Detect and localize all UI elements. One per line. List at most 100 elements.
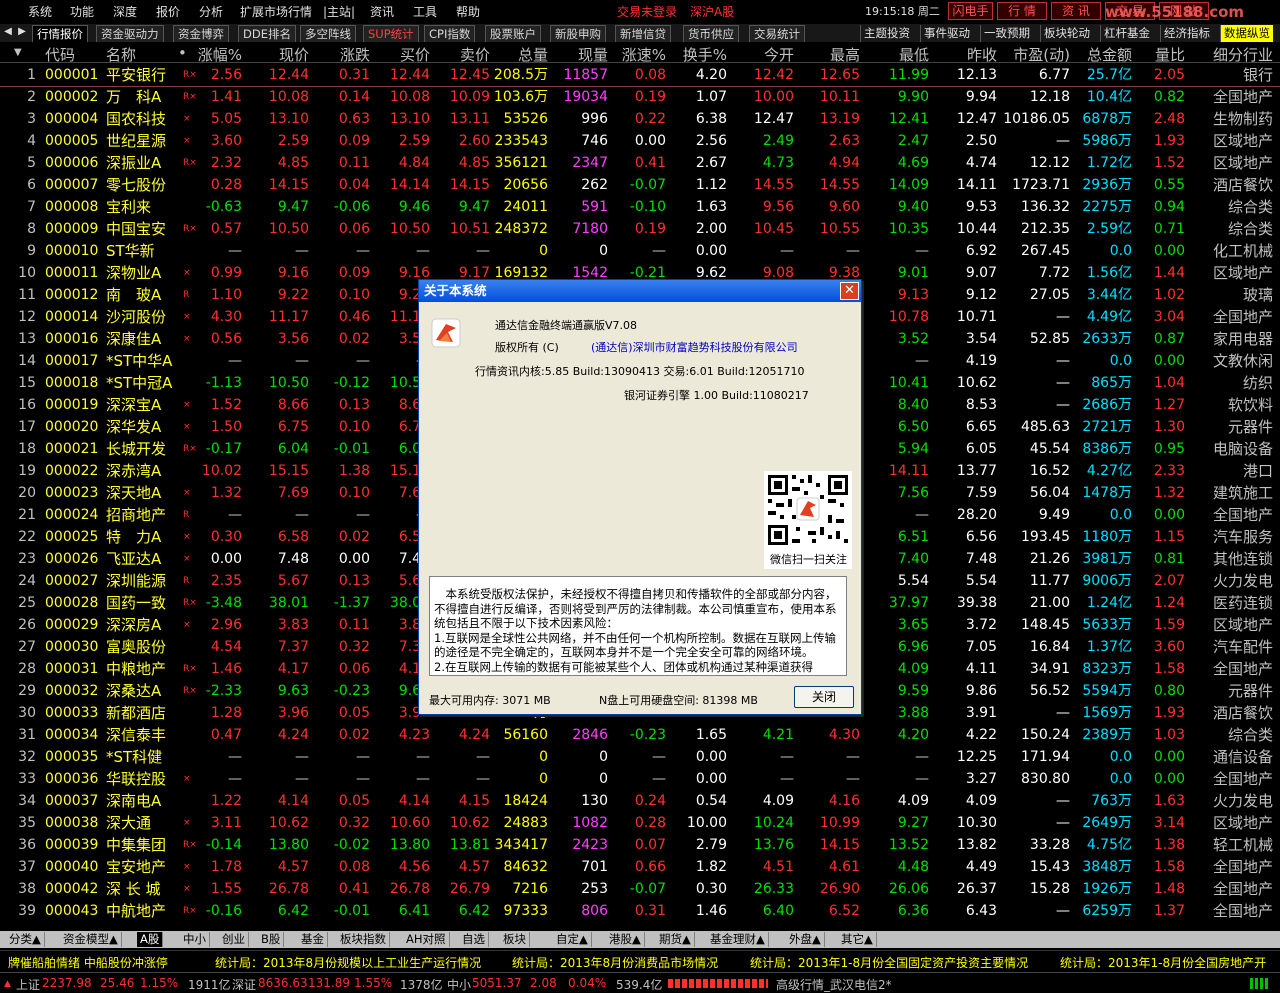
trade-login-status[interactable]: 交易未登录 (617, 3, 677, 20)
sh-label[interactable]: 上证 (16, 976, 40, 993)
tab-scroll-left-icon[interactable]: ◀ (2, 26, 14, 40)
table-row[interactable]: 5 000006 深振业A R× 2.32 4.85 0.11 4.84 4.85 356121 2… (0, 152, 1280, 174)
btab-other[interactable]: 其它▲ (838, 932, 877, 947)
news-item[interactable]: 统计局：2013年8月份规模以上工业生产运行情况 (215, 954, 481, 971)
header-low[interactable]: 最低 (877, 44, 929, 65)
license-notice[interactable]: 本系统受版权法保护，未经授权不得擅自拷贝和传播软件的全部或部分内容，不得擅自进行… (429, 576, 847, 676)
menu-function[interactable]: 功能 (70, 3, 94, 20)
copyright-owner-link[interactable]: (通达信)深圳市财富趋势科技股份有限公司 (591, 339, 798, 355)
table-row[interactable]: 35 000038 深大通 × 3.11 10.62 0.32 10.60 10.62 24883… (0, 812, 1280, 834)
menu-info[interactable]: 资讯 (370, 3, 394, 20)
btab-hk[interactable]: 港股▲ (606, 932, 645, 947)
header-open[interactable]: 今开 (742, 44, 794, 65)
tab-event-drive[interactable]: 事件驱动 (920, 25, 973, 42)
header-industry[interactable]: 细分行业 (1195, 44, 1273, 65)
sz-label[interactable]: 深证 (232, 976, 256, 993)
table-row[interactable]: 37 000040 宝安地产 × 1.78 4.57 0.08 4.56 4.57 84632 70… (0, 856, 1280, 878)
header-pe[interactable]: 市盈(动) (1000, 44, 1070, 65)
btab-b-share[interactable]: B股 (258, 932, 285, 947)
news-item[interactable]: 牌催船舶情绪 中船股份冲涨停 (8, 954, 168, 971)
tab-long-short[interactable]: 多空阵线 (300, 25, 356, 42)
tab-consensus[interactable]: 一致预期 (980, 25, 1033, 42)
btab-watchlist[interactable]: 自选 (459, 932, 489, 947)
btab-sme[interactable]: 中小 (180, 932, 210, 947)
header-high[interactable]: 最高 (808, 44, 860, 65)
tab-money-supply[interactable]: 货币供应 (683, 25, 739, 42)
quote-button[interactable]: 行 情 (997, 2, 1047, 20)
header-volume-ratio[interactable]: 量比 (1140, 44, 1185, 65)
btab-fund-finance[interactable]: 基金理财▲ (707, 932, 769, 947)
info-button[interactable]: 资 讯 (1051, 2, 1101, 20)
header-code[interactable]: 代码 (45, 44, 75, 65)
header-price[interactable]: 现价 (255, 44, 309, 65)
header-change-pct[interactable]: 涨幅% (180, 44, 242, 65)
tab-data-overview[interactable]: 数据纵览 (1220, 25, 1273, 42)
tab-quotes[interactable]: 行情报价 (32, 25, 88, 42)
btab-custom[interactable]: 自定▲ (553, 932, 592, 947)
table-row[interactable]: 9 000010 ST华新 — — — — —0 0—0.00— — —6.92 267.45 0.0 0… (0, 240, 1280, 262)
table-row[interactable]: 39 000043 中航地产 R× -0.16 6.42 -0.01 6.41 6.42 9733… (0, 900, 1280, 922)
header-name[interactable]: 名称 (106, 44, 136, 65)
news-item[interactable]: 统计局：2013年8月份消费品市场情况 (512, 954, 718, 971)
tab-econ-indicators[interactable]: 经济指标 (1160, 25, 1213, 42)
tab-cpi[interactable]: CPI指数 (424, 25, 476, 42)
btab-sector[interactable]: 板块 (500, 932, 530, 947)
menu-help[interactable]: 帮助 (456, 3, 480, 20)
btab-fund-model[interactable]: 资金模型▲ (60, 932, 122, 947)
header-bid[interactable]: 买价 (378, 44, 430, 65)
menu-tools[interactable]: 工具 (413, 3, 437, 20)
sort-dropdown-icon[interactable]: ▼ (14, 47, 22, 58)
table-row[interactable]: 2 000002 万 科A R× 1.41 10.08 0.14 10.08 10.09 103.… (0, 86, 1280, 108)
tab-ipo-subscribe[interactable]: 新股申购 (550, 25, 606, 42)
btab-ah-compare[interactable]: AH对照 (403, 932, 450, 947)
table-row[interactable]: 34 000037 深南电A 1.22 4.14 0.05 4.14 4.15 18424 130… (0, 790, 1280, 812)
tab-stock-account[interactable]: 股票账户 (485, 25, 541, 42)
btab-category[interactable]: 分类▲ (6, 932, 45, 947)
header-change[interactable]: 涨跌 (318, 44, 370, 65)
tab-trade-stats[interactable]: 交易统计 (749, 25, 805, 42)
close-button[interactable]: 关闭 (794, 686, 854, 708)
table-row[interactable]: 8 000009 中国宝安 R× 0.57 10.50 0.06 10.50 10.51 2483… (0, 218, 1280, 240)
table-row[interactable]: 31 000034 深信泰丰 0.47 4.24 0.02 4.23 4.24 56160 284… (0, 724, 1280, 746)
header-last-volume[interactable]: 现量 (556, 44, 608, 65)
tab-leveraged-fund[interactable]: 杠杆基金 (1100, 25, 1153, 42)
dialog-close-icon[interactable]: ✕ (840, 282, 859, 300)
table-row[interactable]: 38 000042 深 长 城 × 1.55 26.78 0.41 26.78 26.79 721… (0, 878, 1280, 900)
tab-sector-rotation[interactable]: 板块轮动 (1040, 25, 1093, 42)
header-prev-close[interactable]: 昨收 (945, 44, 997, 65)
btab-gem[interactable]: 创业 (219, 932, 249, 947)
tab-sup-stats[interactable]: SUP统计 (363, 25, 419, 42)
btab-fund[interactable]: 基金 (298, 932, 328, 947)
menu-main-station[interactable]: |主站| (323, 3, 355, 20)
header-amount[interactable]: 总金额 (1070, 44, 1132, 65)
menu-extended-market[interactable]: 扩展市场行情 (240, 3, 312, 20)
tab-fund-drive[interactable]: 资金驱动力 (96, 25, 164, 42)
zx-label[interactable]: 中小 (447, 976, 471, 993)
header-speed[interactable]: 涨速% (612, 44, 666, 65)
table-row[interactable]: 1 000001 平安银行 R× 2.56 12.44 0.31 12.44 12.45 208.… (0, 64, 1280, 86)
tab-fund-game[interactable]: 资金博弈 (173, 25, 229, 42)
table-row[interactable]: 6 000007 零七股份 0.28 14.15 0.04 14.14 14.15 20656 2… (0, 174, 1280, 196)
tab-scroll-right-icon[interactable]: ▶ (16, 26, 28, 40)
table-row[interactable]: 36 000039 中集集团 R× -0.14 13.80 -0.02 13.80 13.81 3… (0, 834, 1280, 856)
header-turnover[interactable]: 换手% (672, 44, 727, 65)
lightning-trade-button[interactable]: 闪电手 (948, 2, 993, 20)
news-item[interactable]: 统计局：2013年1-8月份全国固定资产投资主要情况 (750, 954, 1028, 971)
btab-foreign[interactable]: 外盘▲ (786, 932, 825, 947)
table-row[interactable]: 32 000035 *ST科健 — — — — — 0 0 — 0.00 — — — 12.25 171.94 0… (0, 746, 1280, 768)
header-volume[interactable]: 总量 (496, 44, 548, 65)
server-name[interactable]: 高级行情_武汉电信2* (776, 976, 892, 993)
menu-quote[interactable]: 报价 (156, 3, 180, 20)
menu-system[interactable]: 系统 (28, 3, 52, 20)
btab-sector-index[interactable]: 板块指数 (337, 932, 390, 947)
btab-a-share[interactable]: A股 (137, 932, 164, 947)
header-ask[interactable]: 卖价 (438, 44, 490, 65)
btab-futures[interactable]: 期货▲ (656, 932, 695, 947)
tab-dde-rank[interactable]: DDE排名 (238, 25, 296, 42)
menu-analysis[interactable]: 分析 (199, 3, 223, 20)
table-row[interactable]: 4 000005 世纪星源 × 3.60 2.59 0.09 2.59 2.60 233543 74… (0, 130, 1280, 152)
table-row[interactable]: 33 000036 华联控股 × — — — — —0 0—0.00— — —3.27 830.80 0.… (0, 768, 1280, 790)
tab-theme-invest[interactable]: 主题投资 (860, 25, 913, 42)
tab-new-credit[interactable]: 新增信贷 (615, 25, 671, 42)
news-item[interactable]: 统计局：2013年1-8月份全国房地产开 (1060, 954, 1266, 971)
